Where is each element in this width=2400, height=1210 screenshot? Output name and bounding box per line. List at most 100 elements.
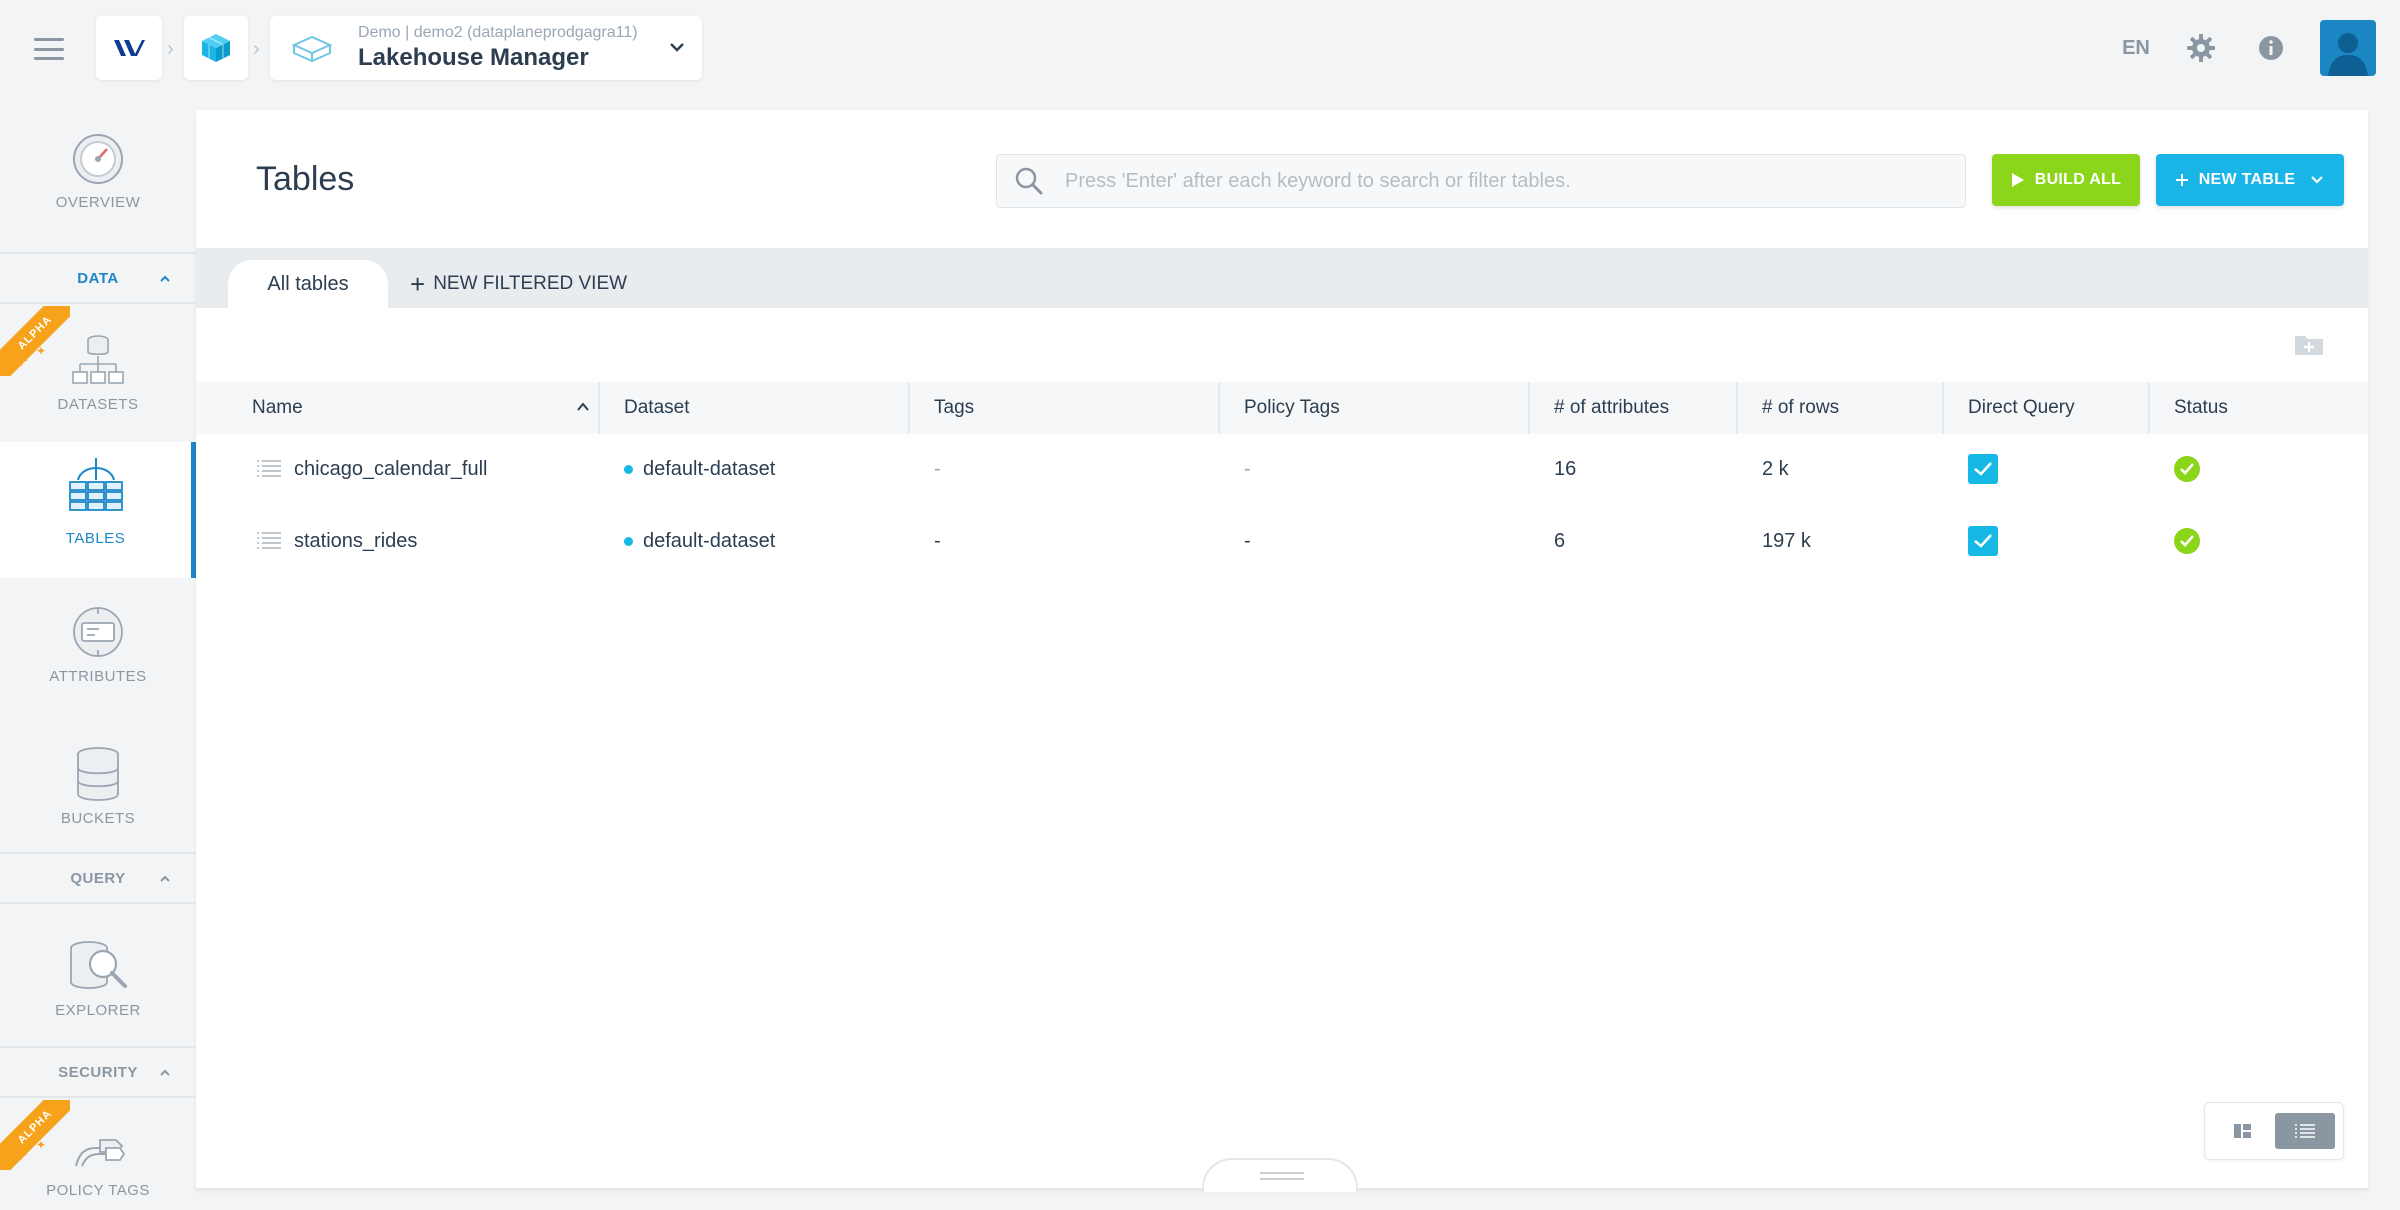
main-panel: Tables BUILD ALL NEW TABLE All tables + …: [196, 110, 2368, 1192]
tables-icon: [68, 458, 123, 511]
column-label: Tags: [934, 397, 975, 418]
sidebar-item-label: DATASETS: [57, 396, 139, 413]
dataset-name: default-dataset: [643, 457, 776, 480]
cell-direct-query: [1944, 434, 2150, 504]
section-header-security[interactable]: SECURITY: [0, 1046, 196, 1098]
table-row[interactable]: chicago_calendar_full default-dataset - …: [196, 434, 2368, 504]
column-label: Direct Query: [1968, 397, 2075, 418]
table-row[interactable]: stations_rides default-dataset - - 6 197…: [196, 506, 2368, 576]
grid-view-button[interactable]: [2213, 1113, 2273, 1149]
status-success-icon: [2174, 528, 2200, 554]
column-header-attributes[interactable]: # of attributes: [1530, 382, 1738, 434]
sidebar-item-label: EXPLORER: [55, 1002, 141, 1019]
page-title: Tables: [256, 160, 355, 198]
sidebar-item-policy-tags[interactable]: POLICY TAGS: [0, 1120, 196, 1210]
column-header-policy-tags[interactable]: Policy Tags: [1220, 382, 1530, 434]
breadcrumb-project-selector[interactable]: Demo | demo2 (dataplaneprodgagra11) Lake…: [270, 16, 702, 80]
dataset-tree-icon: [72, 335, 124, 384]
column-header-rows[interactable]: # of rows: [1738, 382, 1944, 434]
list-view-button[interactable]: [2275, 1113, 2335, 1149]
column-label: Policy Tags: [1244, 397, 1340, 418]
chevron-down-icon[interactable]: [668, 38, 686, 56]
chevron-up-icon: [160, 275, 170, 282]
menu-icon[interactable]: [34, 38, 64, 60]
cell-dataset[interactable]: default-dataset: [600, 506, 910, 576]
breadcrumb-subtitle: Demo | demo2 (dataplaneprodgagra11): [358, 24, 638, 41]
app-logo-button[interactable]: [96, 16, 162, 80]
cell-name[interactable]: stations_rides: [196, 506, 600, 576]
cell-tags: -: [934, 529, 941, 552]
section-title: QUERY: [70, 869, 126, 887]
sidebar-item-label: BUCKETS: [60, 810, 136, 827]
sidebar-item-tables[interactable]: TABLES: [0, 442, 196, 578]
info-button[interactable]: [2236, 35, 2306, 61]
new-folder-button[interactable]: [2294, 332, 2324, 361]
sidebar-item-datasets[interactable]: DATASETS: [0, 318, 196, 430]
breadcrumb-separator: ›: [253, 38, 260, 60]
section-title: SECURITY: [58, 1063, 138, 1081]
play-icon: [2011, 172, 2025, 188]
user-avatar-icon: [2328, 33, 2368, 76]
section-header-query[interactable]: QUERY: [0, 852, 196, 904]
settings-button[interactable]: [2166, 33, 2236, 63]
language-selector[interactable]: EN: [2106, 37, 2166, 60]
sidebar-item-explorer[interactable]: EXPLORER: [0, 928, 196, 1048]
new-table-button[interactable]: NEW TABLE: [2156, 154, 2344, 206]
dataset-dot-icon: [624, 536, 633, 546]
sidebar-item-overview[interactable]: OVERVIEW: [0, 132, 196, 238]
bucket-database-icon: [77, 747, 119, 801]
build-all-button[interactable]: BUILD ALL: [1992, 154, 2140, 206]
plus-icon: +: [410, 269, 426, 299]
direct-query-checkbox[interactable]: [1968, 526, 1998, 556]
view-mode-toggle: [2204, 1102, 2344, 1160]
breadcrumb-separator: ›: [167, 38, 174, 60]
cube-icon: [202, 34, 230, 62]
breadcrumb-title: Lakehouse Manager: [358, 44, 589, 71]
cell-attributes: 16: [1554, 457, 1577, 480]
column-header-name[interactable]: Name: [228, 382, 600, 434]
column-label: Status: [2174, 397, 2228, 418]
bottom-drawer-handle[interactable]: [1202, 1158, 1358, 1192]
table-header: Name Dataset Tags Policy Tags # of attri…: [196, 382, 2368, 434]
sidebar-item-buckets[interactable]: BUCKETS: [0, 736, 196, 856]
column-header-direct-query[interactable]: Direct Query: [1944, 382, 2150, 434]
dataset-name: default-dataset: [643, 529, 776, 552]
build-all-label: BUILD ALL: [2034, 171, 2122, 188]
cell-status: [2150, 434, 2350, 504]
tab-all-tables[interactable]: All tables: [228, 260, 388, 308]
table-name: stations_rides: [294, 529, 418, 552]
new-table-label: NEW TABLE: [2198, 171, 2296, 188]
policy-tags-icon: [75, 1139, 126, 1167]
search-input[interactable]: [1065, 169, 1945, 193]
column-header-status[interactable]: Status: [2150, 382, 2350, 434]
column-header-dataset[interactable]: Dataset: [600, 382, 910, 434]
explorer-magnifier-icon: [70, 941, 127, 989]
table-list-icon: [257, 460, 281, 477]
section-header-data[interactable]: DATA: [0, 252, 196, 304]
cell-tags: -: [934, 457, 941, 480]
app-switcher-button[interactable]: [184, 16, 248, 80]
search-bar[interactable]: [996, 154, 1966, 208]
search-icon: [1009, 166, 1049, 196]
table-list-icon: [257, 532, 281, 549]
sidebar-item-label: ATTRIBUTES: [49, 668, 147, 685]
cell-rows: 197 k: [1762, 529, 1811, 552]
status-success-icon: [2174, 456, 2200, 482]
cell-attributes: 6: [1554, 529, 1566, 552]
checkmark-icon: [1974, 534, 1992, 548]
direct-query-checkbox[interactable]: [1968, 454, 1998, 484]
dataset-dot-icon: [624, 464, 633, 474]
sidebar-item-label: POLICY TAGS: [46, 1182, 150, 1199]
user-avatar[interactable]: [2320, 20, 2376, 76]
chevron-up-icon: [160, 1069, 170, 1076]
column-header-tags[interactable]: Tags: [910, 382, 1220, 434]
cell-dataset[interactable]: default-dataset: [600, 434, 910, 504]
new-filtered-view-button[interactable]: + NEW FILTERED VIEW: [410, 260, 627, 308]
sidebar-item-label: OVERVIEW: [55, 194, 141, 211]
attributes-icon: [73, 607, 123, 657]
cell-name[interactable]: chicago_calendar_full: [196, 434, 600, 504]
sidebar-item-attributes[interactable]: ATTRIBUTES: [0, 594, 196, 714]
add-folder-icon: [2295, 336, 2323, 355]
gear-icon: [2187, 34, 2215, 62]
column-label: # of attributes: [1554, 397, 1670, 418]
